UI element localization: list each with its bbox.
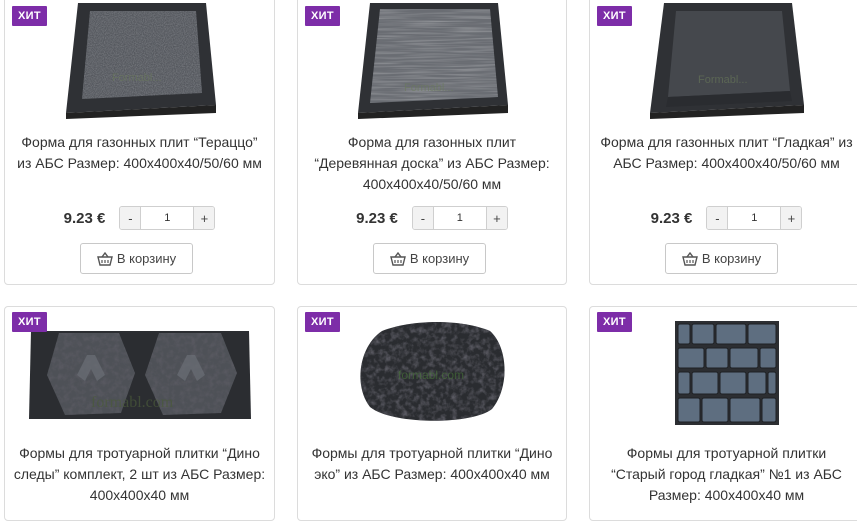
product-card: ХИТ formabl.com Формы для тротуарной пли…	[4, 306, 275, 521]
quantity-stepper: - +	[706, 206, 803, 230]
decrement-button[interactable]: -	[412, 207, 433, 229]
terrazzo-mold-image: Formabl...	[65, 3, 216, 119]
hit-badge: ХИТ	[597, 312, 632, 332]
watermark: Formabl...	[698, 74, 748, 86]
smooth-mold-image: Formabl...	[649, 3, 804, 119]
product-card: ХИТ Formabl... Форма для газонных плит “…	[297, 0, 567, 285]
wood-board-mold-image: Formabl...	[358, 3, 508, 119]
increment-button[interactable]: +	[486, 207, 507, 229]
decrement-button[interactable]: -	[120, 207, 141, 229]
basket-icon	[96, 251, 113, 266]
cart-label: В корзину	[701, 251, 762, 266]
quantity-input[interactable]	[727, 207, 782, 229]
cart-label: В корзину	[116, 251, 177, 266]
product-price: 9.23 €	[650, 209, 693, 227]
product-price: 9.23 €	[356, 209, 398, 227]
hit-badge: ХИТ	[305, 6, 340, 26]
hit-badge: ХИТ	[12, 312, 47, 332]
product-image[interactable]: formabl.com	[5, 325, 274, 425]
watermark: Formabl...	[112, 72, 162, 84]
product-image[interactable]: formabl.com	[298, 317, 566, 427]
product-title[interactable]: Формы для тротуарной плитки “Дино эко” и…	[306, 443, 558, 485]
quantity-input[interactable]	[140, 207, 195, 229]
product-title[interactable]: Формы для тротуарной плитки “Дино следы”…	[13, 443, 266, 506]
basket-icon	[389, 251, 406, 266]
product-card: ХИТ formabl.com Формы для тротуарной пли…	[297, 306, 567, 521]
price-row: 9.23 € - +	[5, 206, 274, 230]
add-to-cart-button[interactable]: В корзину	[665, 243, 778, 274]
product-title[interactable]: Форма для газонных плит “Деревянная доск…	[306, 132, 558, 195]
quantity-stepper: - +	[411, 206, 508, 230]
quantity-input[interactable]	[432, 207, 487, 229]
price-row: 9.23 € - +	[298, 206, 566, 230]
increment-button[interactable]: +	[194, 207, 215, 229]
basket-icon	[681, 251, 698, 266]
watermark: formabl.com	[91, 394, 174, 411]
dino-eco-mold-image: formabl.com	[360, 322, 505, 421]
hit-badge: ХИТ	[597, 6, 632, 26]
hit-badge: ХИТ	[12, 6, 47, 26]
product-card: ХИТ Формы для тротуарной плитки “Старый …	[589, 306, 857, 521]
watermark: formabl.com	[398, 368, 464, 382]
hit-badge: ХИТ	[305, 312, 340, 332]
increment-button[interactable]: +	[781, 207, 802, 229]
add-to-cart-button[interactable]: В корзину	[373, 243, 486, 274]
product-card: ХИТ Formabl... Форма для газонных плит “…	[4, 0, 275, 285]
add-to-cart-button[interactable]: В корзину	[80, 243, 193, 274]
cart-label: В корзину	[409, 251, 470, 266]
product-image[interactable]	[590, 321, 857, 425]
product-price: 9.23 €	[63, 209, 106, 227]
price-row: 9.23 € - +	[590, 206, 857, 230]
old-town-mold-image	[674, 321, 779, 425]
product-title[interactable]: Форма для газонных плит “Гладкая” из АБС…	[598, 132, 855, 174]
dino-footprint-mold-image: formabl.com	[28, 331, 251, 419]
decrement-button[interactable]: -	[707, 207, 728, 229]
quantity-stepper: - +	[119, 206, 216, 230]
product-title[interactable]: Формы для тротуарной плитки “Старый горо…	[598, 443, 855, 506]
product-card: ХИТ Formabl... Форма для газонных плит “…	[589, 0, 857, 285]
product-title[interactable]: Форма для газонных плит “Тераццо” из АБС…	[13, 132, 266, 174]
watermark: Formabl...	[404, 82, 454, 94]
